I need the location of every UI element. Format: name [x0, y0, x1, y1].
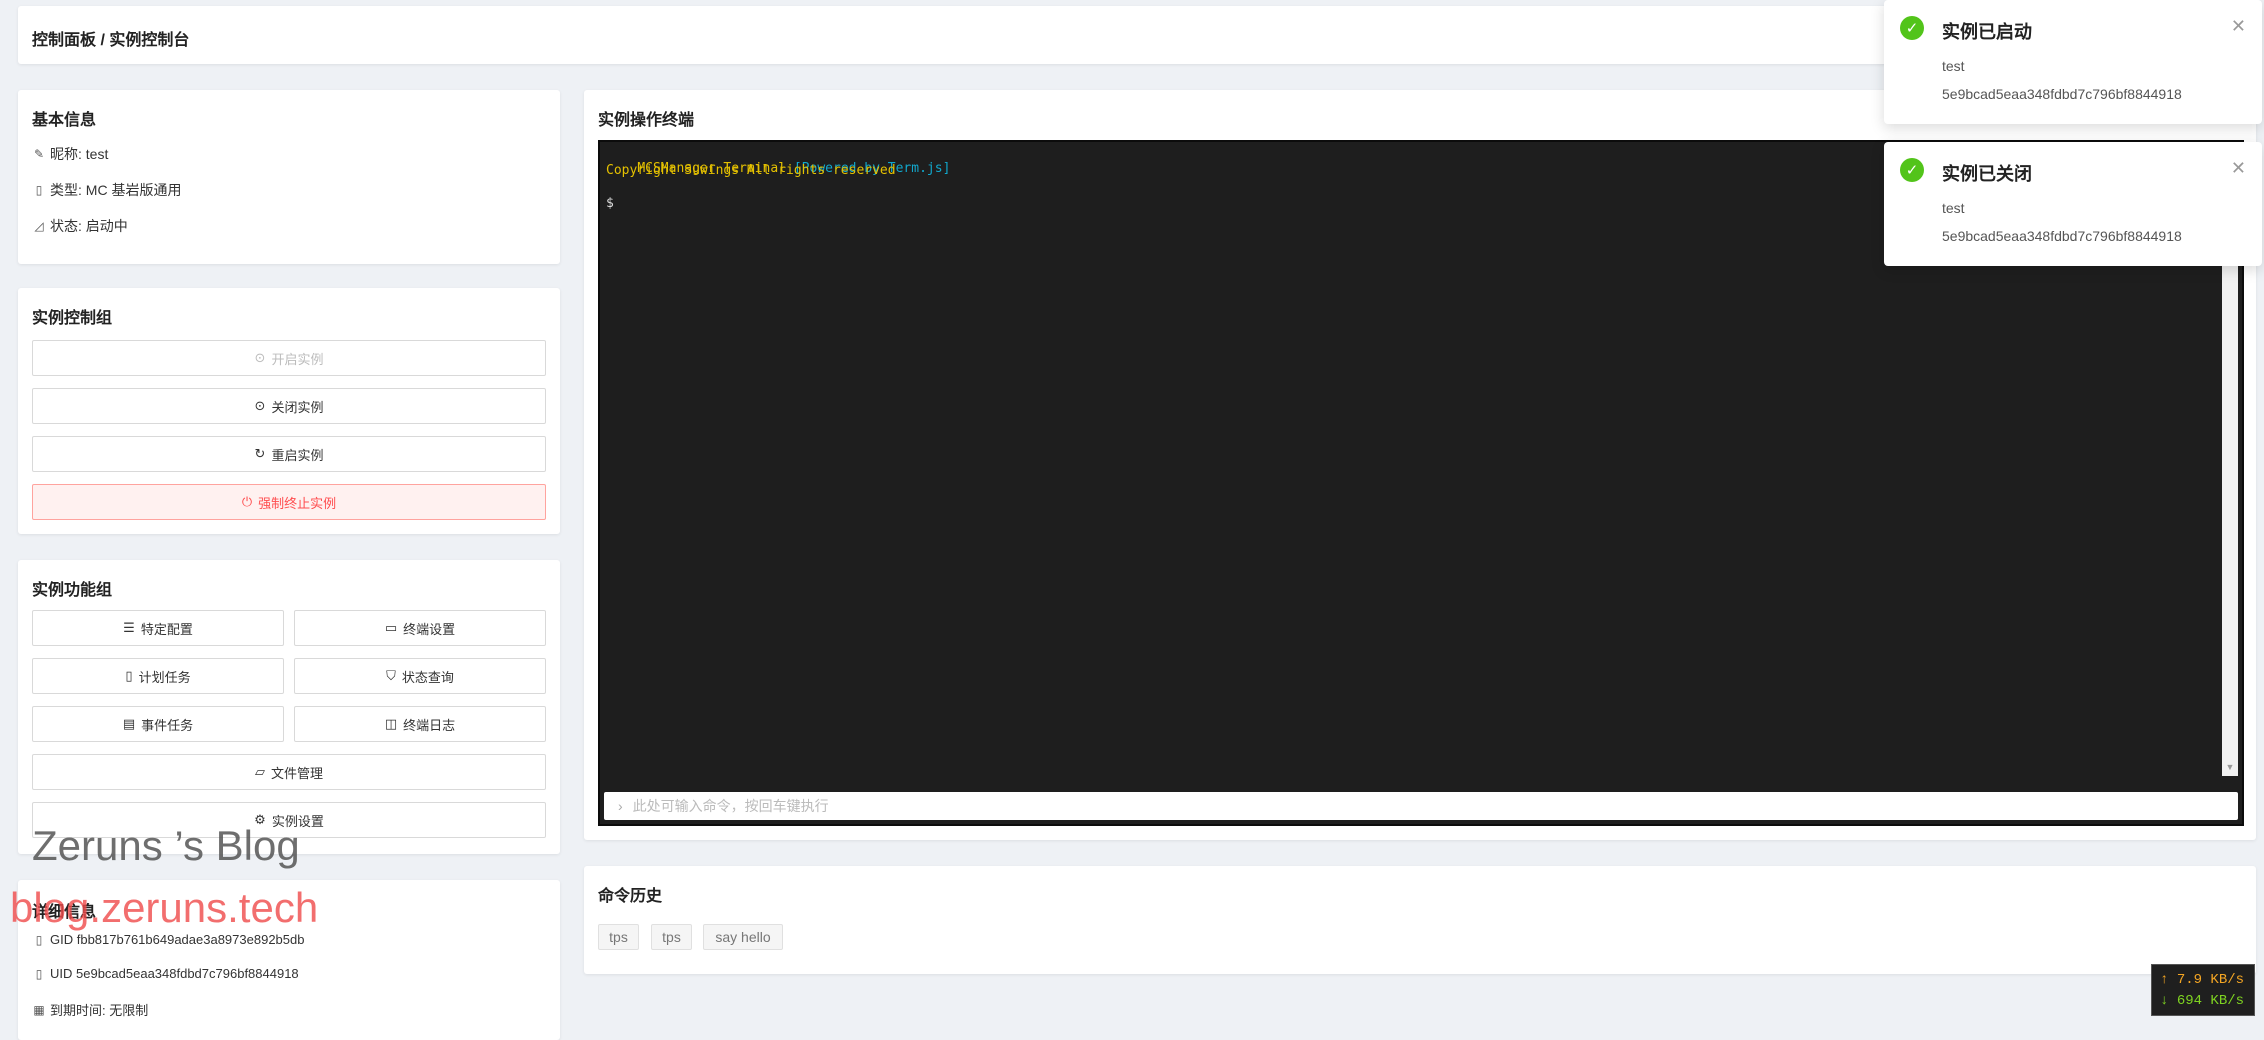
play-circle-icon: ⊙ — [254, 350, 266, 365]
close-icon[interactable]: ✕ — [2231, 16, 2246, 37]
notification-title: 实例已关闭 — [1942, 164, 2032, 184]
event-tasks-button[interactable]: ▤ 事件任务 — [32, 706, 284, 742]
edit-icon: ✎ — [33, 147, 45, 161]
expire-text: 到期时间: 无限制 — [50, 1003, 149, 1018]
download-speed-value: 694 KB/s — [2176, 993, 2245, 1009]
file-icon: ▯ — [35, 183, 43, 197]
control-group-card: 实例控制组 ⊙ 开启实例 ⊙ 关闭实例 ↻ 重启实例 ⏻ 强制终止实例 — [18, 288, 560, 534]
nickname-text: 昵称: test — [50, 146, 109, 162]
terminal-log-label: 终端日志 — [403, 717, 456, 733]
folder-icon: ▱ — [254, 764, 265, 779]
stop-instance-label: 关闭实例 — [271, 399, 324, 415]
scroll-down-arrow-icon[interactable]: ▼ — [2222, 762, 2238, 776]
funnel-icon: ⛉ — [386, 668, 396, 683]
history-item[interactable]: say hello — [703, 924, 783, 950]
function-group-title: 实例功能组 — [32, 582, 113, 599]
status-row: ◿ 状态: 启动中 — [32, 216, 128, 236]
notification-instance-id: 5e9bcad5eaa348fdbd7c796bf8844918 — [1942, 228, 2182, 244]
stop-instance-button[interactable]: ⊙ 关闭实例 — [32, 388, 546, 424]
specific-config-label: 特定配置 — [140, 621, 193, 637]
control-group-title: 实例控制组 — [32, 310, 113, 327]
notification-instance-name: test — [1942, 58, 1965, 74]
specific-config-button[interactable]: ☰ 特定配置 — [32, 610, 284, 646]
arrow-down-icon: ↓ — [2160, 993, 2169, 1009]
start-instance-label: 开启实例 — [271, 351, 324, 367]
upload-speed: ↑ 7.9 KB/s — [2160, 969, 2246, 991]
reload-icon: ↻ — [254, 446, 266, 461]
status-query-button[interactable]: ⛉ 状态查询 — [294, 658, 546, 694]
sliders-icon: ☰ — [123, 620, 135, 635]
history-item[interactable]: tps — [651, 924, 692, 950]
gid-text: GID fbb817b761b649adae3a8973e892b5db — [50, 932, 305, 947]
restart-instance-label: 重启实例 — [271, 447, 324, 463]
terminal-line-2: Copyright Suwings All rights reserved — [606, 163, 896, 178]
reader-icon: ▤ — [122, 716, 136, 731]
close-icon[interactable]: ✕ — [2231, 158, 2246, 179]
check-circle-icon: ✓ — [1900, 158, 1924, 182]
history-title: 命令历史 — [598, 888, 663, 905]
scheduled-tasks-label: 计划任务 — [138, 669, 191, 685]
notification-instance-name: test — [1942, 200, 1965, 216]
type-row: ▯ 类型: MC 基岩版通用 — [32, 180, 182, 200]
start-instance-button[interactable]: ⊙ 开启实例 — [32, 340, 546, 376]
terminal-settings-button[interactable]: ▭ 终端设置 — [294, 610, 546, 646]
history-item[interactable]: tps — [598, 924, 639, 950]
file-icon: ▯ — [35, 966, 43, 981]
terminal-title: 实例操作终端 — [598, 112, 695, 129]
command-input-placeholder: 此处可输入命令，按回车键执行 — [632, 798, 829, 814]
upload-speed-value: 7.9 KB/s — [2176, 972, 2245, 988]
function-group-card: 实例功能组 ☰ 特定配置 ▭ 终端设置 ▯ 计划任务 ⛉ 状态查询 ▤ 事件任务… — [18, 560, 560, 854]
command-input[interactable]: › 此处可输入命令，按回车键执行 — [604, 792, 2238, 820]
stop-circle-icon: ⊙ — [254, 398, 266, 413]
calendar-icon: ▦ — [33, 1002, 45, 1017]
terminal-prompt: $ — [606, 196, 614, 211]
notification-started: ✓ 实例已启动 ✕ test 5e9bcad5eaa348fdbd7c796bf… — [1884, 0, 2262, 124]
file-manager-label: 文件管理 — [270, 765, 323, 781]
gid-row: ▯ GID fbb817b761b649adae3a8973e892b5db — [32, 932, 305, 947]
book-icon: ◫ — [384, 716, 398, 731]
expire-row: ▦ 到期时间: 无限制 — [32, 1000, 148, 1019]
scheduled-tasks-button[interactable]: ▯ 计划任务 — [32, 658, 284, 694]
arrow-up-icon: ↑ — [2160, 972, 2169, 988]
tablet-icon: ▯ — [125, 668, 133, 683]
notification-instance-id: 5e9bcad5eaa348fdbd7c796bf8844918 — [1942, 86, 2182, 102]
download-speed: ↓ 694 KB/s — [2160, 991, 2246, 1011]
watermark-blog-url: blog.zeruns.tech — [10, 884, 319, 931]
status-query-label: 状态查询 — [401, 669, 454, 685]
basic-info-card: 基本信息 ✎ 昵称: test ▯ 类型: MC 基岩版通用 ◿ 状态: 启动中 — [18, 90, 560, 264]
uid-row: ▯ UID 5e9bcad5eaa348fdbd7c796bf8844918 — [32, 966, 299, 981]
terminal-log-button[interactable]: ◫ 终端日志 — [294, 706, 546, 742]
basic-info-title: 基本信息 — [32, 112, 97, 129]
net-speed-widget: ↑ 7.9 KB/s ↓ 694 KB/s — [2151, 964, 2255, 1016]
event-tasks-label: 事件任务 — [141, 717, 194, 733]
status-text: 状态: 启动中 — [50, 218, 128, 234]
check-circle-icon: ✓ — [1900, 16, 1924, 40]
kill-instance-label: 强制终止实例 — [258, 495, 337, 511]
breadcrumb: 控制面板 / 实例控制台 — [32, 32, 190, 49]
chart-icon: ◿ — [34, 219, 44, 233]
kill-instance-button[interactable]: ⏻ 强制终止实例 — [32, 484, 546, 520]
type-text: 类型: MC 基岩版通用 — [50, 182, 182, 198]
terminal-settings-label: 终端设置 — [403, 621, 456, 637]
nickname-row: ✎ 昵称: test — [32, 144, 108, 164]
notification-title: 实例已启动 — [1942, 22, 2032, 42]
uid-text: UID 5e9bcad5eaa348fdbd7c796bf8844918 — [50, 966, 299, 981]
desktop-icon: ▭ — [384, 620, 398, 635]
file-manager-button[interactable]: ▱ 文件管理 — [32, 754, 546, 790]
history-card: 命令历史 — [584, 866, 2256, 974]
chevron-right-icon: › — [618, 798, 623, 814]
restart-instance-button[interactable]: ↻ 重启实例 — [32, 436, 546, 472]
notification-stopped: ✓ 实例已关闭 ✕ test 5e9bcad5eaa348fdbd7c796bf… — [1884, 142, 2262, 266]
watermark-blog-name: Zeruns ’s Blog — [32, 822, 300, 869]
file-icon: ▯ — [35, 932, 43, 947]
power-icon: ⏻ — [241, 494, 253, 509]
